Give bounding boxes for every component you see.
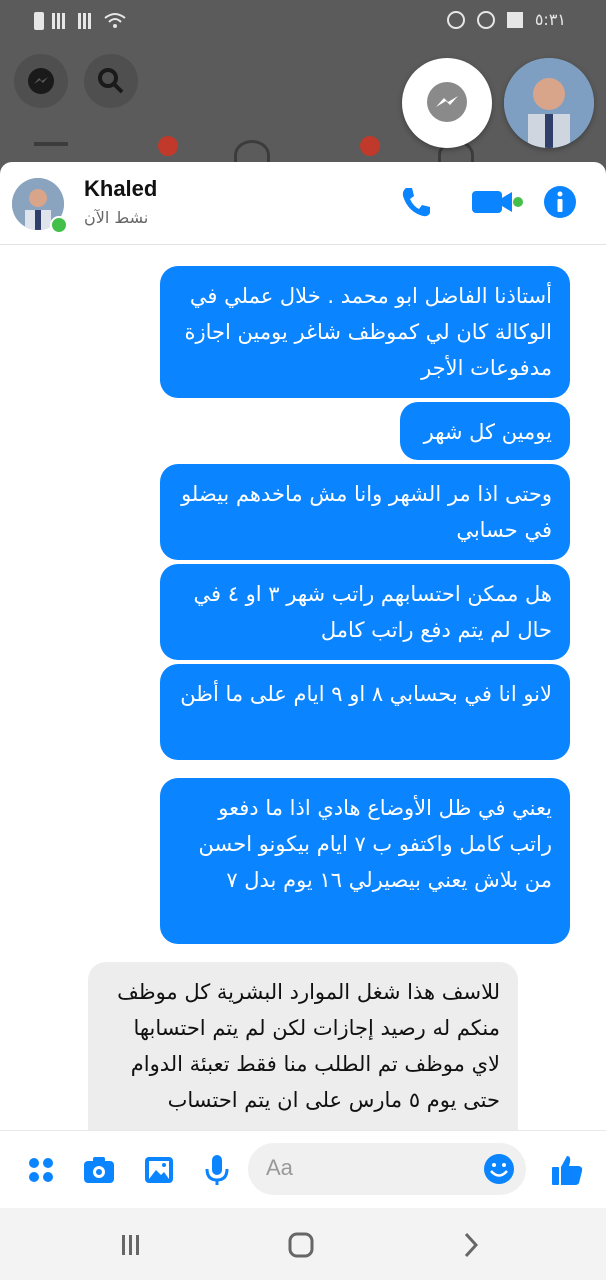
recent-apps-icon[interactable] (116, 1230, 146, 1260)
status-left-icons (34, 12, 126, 30)
online-indicator (50, 216, 68, 234)
back-icon[interactable] (456, 1230, 486, 1260)
messenger-logo-icon (427, 82, 467, 122)
home-icon[interactable] (286, 1230, 316, 1260)
system-nav-bar (0, 1208, 606, 1280)
gallery-icon[interactable] (142, 1153, 176, 1187)
menu-icon[interactable] (34, 142, 68, 146)
chat-panel: Khaled نشط الآن أستاذنا الفاضل ابو محمد … (0, 162, 606, 1208)
video-icon[interactable] (470, 184, 526, 220)
facebook-icon (506, 11, 523, 28)
message-bubble-sent[interactable]: يومين كل شهر (400, 402, 570, 460)
status-bar: ٥:٣١ (0, 0, 606, 44)
chat-header: Khaled نشط الآن (0, 162, 606, 245)
apps-icon[interactable] (24, 1153, 58, 1187)
search-icon[interactable] (84, 54, 138, 108)
like-icon[interactable] (550, 1153, 584, 1187)
message-bubble-sent[interactable]: لانو انا في بحسابي ٨ او ٩ ايام على ما أظ… (160, 664, 570, 760)
notifications-badge (158, 136, 178, 156)
message-input-placeholder: Aa (266, 1155, 293, 1180)
message-bubble-sent[interactable]: أستاذنا الفاضل ابو محمد . خلال عملي في ا… (160, 266, 570, 398)
messenger-icon[interactable] (14, 54, 68, 108)
message-bubble-sent[interactable]: يعني في ظل الأوضاع هادي اذا ما دفعو راتب… (160, 778, 570, 944)
sync-icon (476, 10, 495, 29)
info-icon[interactable] (542, 184, 578, 220)
contact-name[interactable]: Khaled (84, 176, 157, 202)
emoji-icon[interactable] (482, 1152, 516, 1186)
messenger-chathead[interactable] (402, 58, 492, 148)
wifi-icon (104, 13, 126, 28)
signal-icon (52, 13, 70, 29)
video-badge (360, 136, 380, 156)
messenger-notif-icon (446, 10, 465, 29)
signal-icon-2 (78, 13, 96, 29)
message-bubble-sent[interactable]: هل ممكن احتسابهم راتب شهر ٣ او ٤ في حال … (160, 564, 570, 660)
active-status: نشط الآن (84, 208, 149, 227)
phone-icon[interactable] (398, 184, 434, 220)
microphone-icon[interactable] (200, 1153, 234, 1187)
camera-icon[interactable] (82, 1153, 116, 1187)
battery-icon (34, 12, 44, 30)
clock: ٥:٣١ (534, 10, 566, 29)
message-bubble-sent[interactable]: وحتى اذا مر الشهر وانا مش ماخدهم بيضلو ف… (160, 464, 570, 560)
message-input[interactable]: Aa (248, 1143, 526, 1195)
composer-bar: Aa (0, 1130, 606, 1208)
contact-chathead-avatar[interactable] (504, 58, 594, 148)
